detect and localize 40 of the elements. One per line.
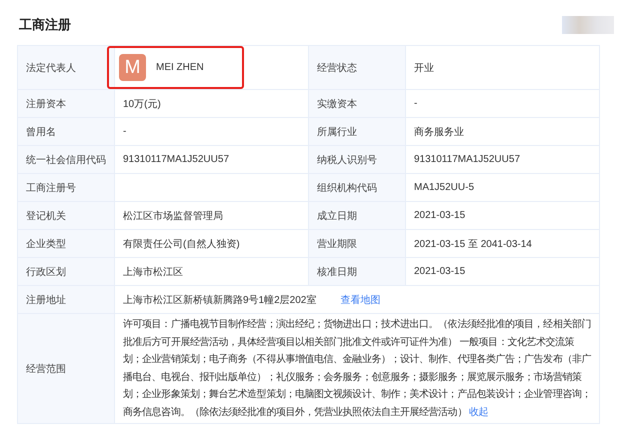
field-label: 所属行业	[317, 126, 357, 138]
field-label: 工商注册号	[26, 182, 76, 194]
view-map-link[interactable]: 查看地图	[340, 292, 380, 306]
field-label: 统一社会信用代码	[26, 154, 106, 166]
field-value: 2021-03-15 至 2041-03-14	[414, 238, 532, 250]
field-value: 91310117MA1J52UU57	[414, 154, 520, 165]
field-value: -	[414, 98, 418, 109]
collapse-link[interactable]: 收起	[469, 406, 488, 418]
field-label: 经营状态	[317, 62, 357, 74]
field-label: 注册资本	[26, 98, 66, 110]
field-label: 注册地址	[26, 294, 66, 306]
field-value: 商务服务业	[414, 126, 464, 138]
section-title: 工商注册	[19, 16, 71, 34]
field-value: 2021-03-15	[414, 266, 466, 277]
field-value: 上海市松江区	[123, 266, 183, 278]
field-label: 企业类型	[26, 238, 66, 250]
field-label: 曾用名	[26, 126, 56, 138]
blurred-image	[562, 16, 614, 34]
field-label: 核准日期	[317, 266, 357, 278]
field-label: 经营范围	[26, 364, 66, 374]
field-value: 上海市松江区新桥镇新腾路9号1幢2层202室	[123, 294, 316, 306]
field-label: 纳税人识别号	[317, 154, 377, 166]
field-label: 营业期限	[317, 238, 357, 250]
field-value: 10万(元)	[123, 98, 161, 110]
avatar: M	[119, 54, 146, 81]
field-label: 登记机关	[26, 210, 66, 222]
field-label: 组织机构代码	[317, 182, 377, 194]
field-value: 91310117MA1J52UU57	[123, 154, 230, 165]
field-label: 成立日期	[317, 210, 357, 222]
field-value: 有限责任公司(自然人独资)	[123, 238, 240, 250]
field-label: 法定代表人	[26, 62, 76, 74]
field-value: -	[123, 126, 126, 137]
field-value: 2021-03-15	[414, 210, 466, 221]
person-name[interactable]: MEI ZHEN	[156, 62, 204, 73]
field-value: MA1J52UU-5	[414, 182, 474, 193]
field-value: 松江区市场监督管理局	[123, 210, 223, 222]
field-value: 开业	[414, 62, 434, 74]
business-scope-text: 许可项目：广播电视节目制作经营；演出经纪；货物进出口；技术进出口。（依法须经批准的项目，经相关部门批准后方可开展经营活动，具体经营项目以相关部门批准文件或许可证件为准） 一般项目：文化艺术交流策划；企业营销策划；电子商务（不得从事增值电信、金融业务）；设计、制作、代理各类广告；广告发布（非广播电台、电视台、报刊出版单位）；礼仪服务；会务服务；创意服务；摄影服务；展览展示服务；市场营销策划；企业形象策划；舞台艺术造型策划；电脑图文视频设计、制作；美术设计；产品包装设计；企业管理咨询；商务信息咨询。（除依法须经批准的项目外，凭营业执照依法自主开展经营活动） 收起	[123, 318, 591, 420]
field-label: 实缴资本	[317, 98, 357, 110]
field-label: 行政区划	[26, 266, 66, 278]
